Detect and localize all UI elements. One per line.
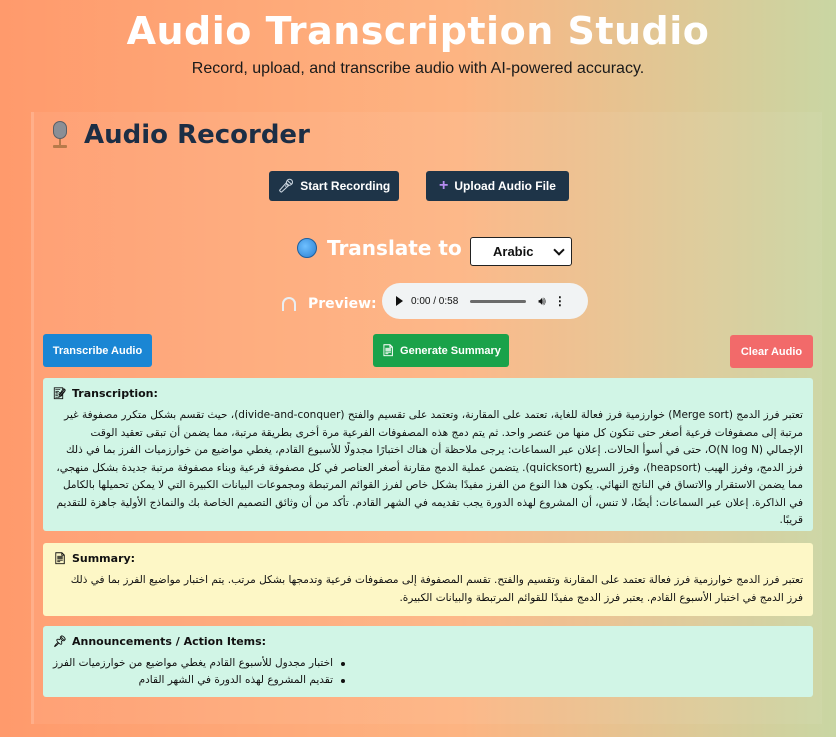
announcements-list-wrap: اختبار مجدول للأسبوع القادم يغطي مواضيع … bbox=[53, 655, 803, 689]
preview-label: Preview: bbox=[308, 296, 377, 312]
translate-row: Translate to bbox=[297, 236, 462, 260]
headphones-icon bbox=[282, 297, 296, 311]
app-title: Audio Transcription Studio bbox=[126, 9, 710, 53]
list-item: تقديم المشروع لهذه الدورة في الشهر القاد… bbox=[53, 672, 346, 689]
clear-audio-button[interactable]: Clear Audio bbox=[730, 335, 813, 368]
announcements-heading: Announcements / Action Items: bbox=[71, 635, 267, 648]
pushpin-icon: 📌︎ bbox=[53, 635, 67, 648]
app-subtitle: Record, upload, and transcribe audio wit… bbox=[191, 60, 645, 77]
transcription-heading: Transcription: bbox=[71, 387, 158, 400]
recorder-heading: Audio Recorder bbox=[50, 120, 310, 150]
memo-icon: 📝︎ bbox=[53, 387, 67, 400]
transcribe-audio-button[interactable]: Transcribe Audio bbox=[43, 334, 152, 367]
more-options-icon[interactable]: ⋮ bbox=[554, 294, 566, 308]
microphone-icon bbox=[50, 121, 70, 149]
document-icon: 📄︎ bbox=[381, 345, 396, 357]
summary-heading: Summary: bbox=[71, 552, 136, 565]
summary-heading-row: 📄︎ Summary: bbox=[53, 552, 803, 565]
chevron-down-icon bbox=[553, 243, 565, 256]
summary-card: 📄︎ Summary: تعتبر فرز الدمج خوارزمية فرز… bbox=[43, 543, 813, 616]
list-item: اختبار مجدول للأسبوع القادم يغطي مواضيع … bbox=[53, 655, 346, 672]
app-header: Audio Transcription Studio Record, uploa… bbox=[0, 0, 836, 78]
transcribe-audio-label: Transcribe Audio bbox=[52, 344, 143, 357]
upload-audio-button[interactable]: + Upload Audio File bbox=[426, 171, 569, 201]
summary-text: تعتبر فرز الدمج خوارزمية فرز فعالة تعتمد… bbox=[70, 574, 803, 604]
start-recording-button[interactable]: 🎤︎ Start Recording bbox=[269, 171, 399, 201]
language-select[interactable]: Arabic bbox=[470, 237, 572, 266]
mic-button-icon: 🎤︎ bbox=[277, 178, 295, 193]
upload-audio-label: Upload Audio File bbox=[454, 179, 556, 193]
announcements-list: اختبار مجدول للأسبوع القادم يغطي مواضيع … bbox=[53, 655, 351, 689]
volume-icon[interactable]: 🔊︎ bbox=[538, 294, 546, 309]
play-icon[interactable] bbox=[396, 296, 403, 306]
recorder-title: Audio Recorder bbox=[84, 120, 310, 150]
announcements-heading-row: 📌︎ Announcements / Action Items: bbox=[53, 635, 803, 648]
audio-time: 0:00 / 0:58 bbox=[411, 295, 459, 307]
transcription-card: 📝︎ Transcription: تعتبر فرز الدمج (Merge… bbox=[43, 378, 813, 531]
announcements-card: 📌︎ Announcements / Action Items: اختبار … bbox=[43, 626, 813, 697]
language-select-value: Arabic bbox=[493, 244, 534, 259]
transcription-heading-row: 📝︎ Transcription: bbox=[53, 387, 803, 400]
globe-icon bbox=[297, 238, 317, 258]
translate-label: Translate to bbox=[327, 236, 462, 260]
audio-player[interactable]: 0:00 / 0:58 🔊︎ ⋮ bbox=[382, 283, 588, 319]
generate-summary-button[interactable]: 📄︎ Generate Summary bbox=[373, 334, 509, 367]
preview-row: Preview: bbox=[282, 296, 377, 312]
transcription-text: تعتبر فرز الدمج (Merge sort) خوارزمية فر… bbox=[56, 409, 803, 526]
plus-icon: + bbox=[439, 177, 449, 194]
clear-audio-label: Clear Audio bbox=[740, 345, 803, 358]
start-recording-label: Start Recording bbox=[300, 179, 391, 193]
page-icon: 📄︎ bbox=[53, 552, 67, 565]
seek-bar[interactable] bbox=[470, 299, 527, 303]
generate-summary-label: Generate Summary bbox=[400, 344, 501, 357]
